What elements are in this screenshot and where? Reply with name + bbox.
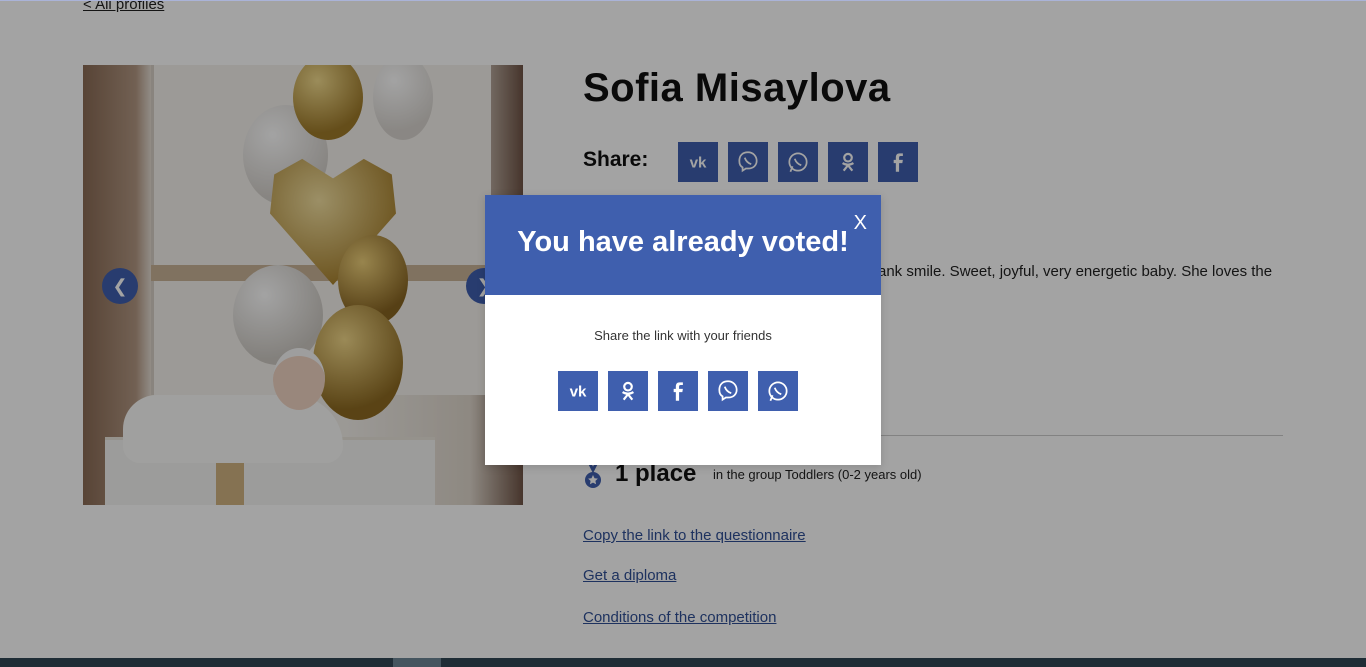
top-border — [0, 0, 1366, 1]
modal-subtitle: Share the link with your friends — [594, 328, 772, 343]
modal-share-buttons: vk — [558, 371, 798, 411]
close-button[interactable]: X — [854, 212, 867, 235]
taskbar-active-app[interactable] — [393, 658, 441, 667]
modal-header: You have already voted! X — [485, 195, 881, 295]
modal-title: You have already voted! — [517, 226, 849, 258]
facebook-icon[interactable] — [658, 371, 698, 411]
viber-icon[interactable] — [708, 371, 748, 411]
whatsapp-icon[interactable] — [758, 371, 798, 411]
odnoklassniki-icon[interactable] — [608, 371, 648, 411]
taskbar — [0, 658, 1366, 667]
svg-text:vk: vk — [570, 383, 587, 400]
vk-icon[interactable]: vk — [558, 371, 598, 411]
vote-modal: You have already voted! X Share the link… — [485, 195, 881, 465]
